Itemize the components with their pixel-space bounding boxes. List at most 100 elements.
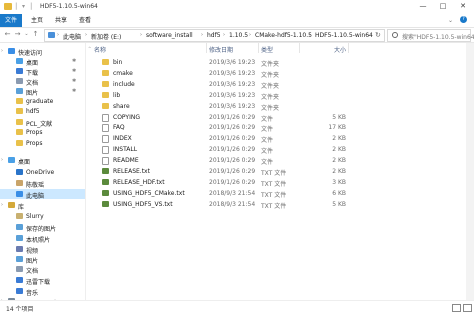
text-file-icon [102,189,109,196]
crumb-this-pc[interactable]: 此电脑 [63,32,81,41]
file-list[interactable]: ^ 名称 修改日期 类型 大小 bin 2019/3/6 19:23 文件夹 cmak… [86,43,466,300]
file-size: 17 KB [328,124,346,132]
tab-view[interactable]: 查看 [76,14,94,27]
address-bar[interactable]: › 此电脑 › 新加卷 (E:) › software_install › hd… [44,29,385,42]
sidebar-item[interactable]: 文档 ✱ [0,76,85,87]
sidebar-item[interactable]: › 快速访问 [0,46,85,57]
address-dropdown-icon[interactable]: ⌄ [367,32,371,38]
tab-file[interactable]: 文件 [0,14,22,27]
document-icon [16,78,23,84]
forward-icon[interactable]: → [13,30,22,39]
file-row[interactable]: README 2019/1/26 0:29 文件 2 KB [86,155,466,166]
file-row[interactable]: INDEX 2019/1/26 0:29 文件 2 KB [86,133,466,144]
file-row[interactable]: RELEASE_HDF.txt 2019/1/26 0:29 TXT 文件 3 KB [86,177,466,188]
cloud-icon [16,169,23,175]
file-type: 文件夹 [261,93,280,101]
crumb-hdf5[interactable]: hdf5 [207,32,221,39]
sidebar-item[interactable]: 文档 [0,264,85,275]
file-row[interactable]: include 2019/3/6 19:23 文件夹 [86,79,466,90]
crumb-version[interactable]: 1.10.5 [229,32,248,39]
crumb-software-install[interactable]: software_install [146,32,193,39]
back-icon[interactable]: ← [3,30,12,39]
up-icon[interactable]: ↑ [31,30,40,39]
help-icon[interactable]: ? [460,16,467,23]
maximize-button[interactable]: □ [436,2,450,12]
expand-arrow-icon[interactable]: › [1,157,3,163]
folder-icon [102,69,109,76]
file-row[interactable]: COPYING 2019/1/26 0:29 文件 5 KB [86,112,466,123]
sidebar-item[interactable]: 此电脑 [0,189,85,200]
file-row[interactable]: INSTALL 2019/1/26 0:29 文件 2 KB [86,144,466,155]
navigation-pane[interactable]: › 快速访问 桌面 ✱ 下载 ✱ 文档 ✱ 图片 ✱ graduate hdf5 PCL_文献 Props… [0,43,86,307]
file-row[interactable]: FAQ 2019/1/26 0:29 文件 17 KB [86,122,466,133]
file-row[interactable]: RELEASE.txt 2019/1/26 0:29 TXT 文件 2 KB [86,166,466,177]
large-icons-view-icon[interactable] [463,304,472,312]
sidebar-item[interactable]: 图片 [0,254,85,265]
column-header-name[interactable]: 名称 [94,45,106,54]
recent-locations-icon[interactable]: ⌄ [22,30,31,39]
sidebar-item[interactable]: 迅雷下载 [0,275,85,286]
tab-home[interactable]: 主页 [28,14,46,27]
column-header-size[interactable]: 大小 [334,45,346,54]
sidebar-item[interactable]: 下载 ✱ [0,66,85,77]
expand-arrow-icon[interactable]: › [1,202,3,208]
column-divider[interactable] [258,43,259,53]
column-divider[interactable] [348,43,349,53]
file-name: bin [113,59,123,66]
folder-icon [16,129,23,135]
file-icon [102,146,109,155]
vertical-scrollbar[interactable] [466,43,474,300]
sidebar-item[interactable]: › 库 [0,200,85,211]
sidebar-item[interactable]: 桌面 ✱ [0,56,85,67]
file-row[interactable]: bin 2019/3/6 19:23 文件夹 [86,57,466,68]
file-name: FAQ [113,124,125,132]
sidebar-item[interactable]: OneDrive [0,167,85,177]
crumb-separator: › [201,32,203,38]
file-date: 2019/3/6 19:23 [209,102,256,110]
sidebar-item[interactable]: 保存的图片 [0,222,85,233]
search-box[interactable]: 搜索"HDF5-1.10.5-win64" [387,29,474,42]
expand-arrow-icon[interactable]: › [1,48,3,54]
folder-icon [102,59,109,65]
close-button[interactable]: ✕ [456,2,470,12]
refresh-icon[interactable]: ↻ [375,31,381,39]
sidebar-item[interactable]: hdf5 [0,106,85,116]
file-row[interactable]: USING_HDF5_VS.txt 2018/9/3 21:54 TXT 文件 5 K… [86,199,466,210]
sidebar-item[interactable]: Props [0,127,85,137]
file-date: 2018/9/3 21:54 [209,189,256,197]
sidebar-item-label: graduate [26,98,54,105]
file-row[interactable]: share 2019/3/6 19:23 文件夹 [86,101,466,112]
crumb-drive-e[interactable]: 新加卷 (E:) [91,32,121,41]
search-icon [392,32,398,38]
crumb-current-folder[interactable]: HDF5-1.10.5-win64 [315,32,373,39]
tab-share[interactable]: 共享 [52,14,70,27]
sidebar-item[interactable]: › 桌面 [0,155,85,166]
details-view-icon[interactable] [452,304,461,312]
sidebar-item[interactable]: 陈敬瑶 [0,178,85,189]
sidebar-item[interactable]: PCL_文献 [0,117,85,128]
quick-access-dropdown-icon[interactable]: ▾ [22,3,25,10]
file-row[interactable]: lib 2019/3/6 19:23 文件夹 [86,90,466,101]
crumb-cmake-hdf5[interactable]: CMake-hdf5-1.10.5 [255,32,312,39]
column-header-type[interactable]: 类型 [261,45,273,54]
file-icon [102,157,109,166]
folder-icon [16,119,23,125]
minimize-button[interactable]: — [416,2,430,12]
sidebar-item[interactable]: 本机照片 [0,233,85,244]
sidebar-item[interactable]: 视频 [0,244,85,255]
sidebar-item[interactable]: graduate [0,96,85,106]
column-header-date[interactable]: 修改日期 [209,45,233,54]
file-row[interactable]: cmake 2019/3/6 19:23 文件夹 [86,68,466,79]
file-name: USING_HDF5_CMake.txt [113,189,185,197]
file-type: TXT 文件 [261,170,287,177]
file-name: lib [113,91,121,99]
sidebar-item[interactable]: 音乐 [0,286,85,297]
sidebar-item[interactable]: Slurry [0,211,85,221]
sidebar-item-label: 此电脑 [26,193,45,200]
sidebar-item[interactable]: 图片 ✱ [0,86,85,97]
expand-ribbon-icon[interactable]: ⌄ [448,17,453,24]
column-divider[interactable] [206,43,207,53]
sidebar-item[interactable]: Props [0,138,85,148]
column-divider[interactable] [299,43,300,53]
file-row[interactable]: USING_HDF5_CMake.txt 2018/9/3 21:54 TXT 文件… [86,188,466,199]
